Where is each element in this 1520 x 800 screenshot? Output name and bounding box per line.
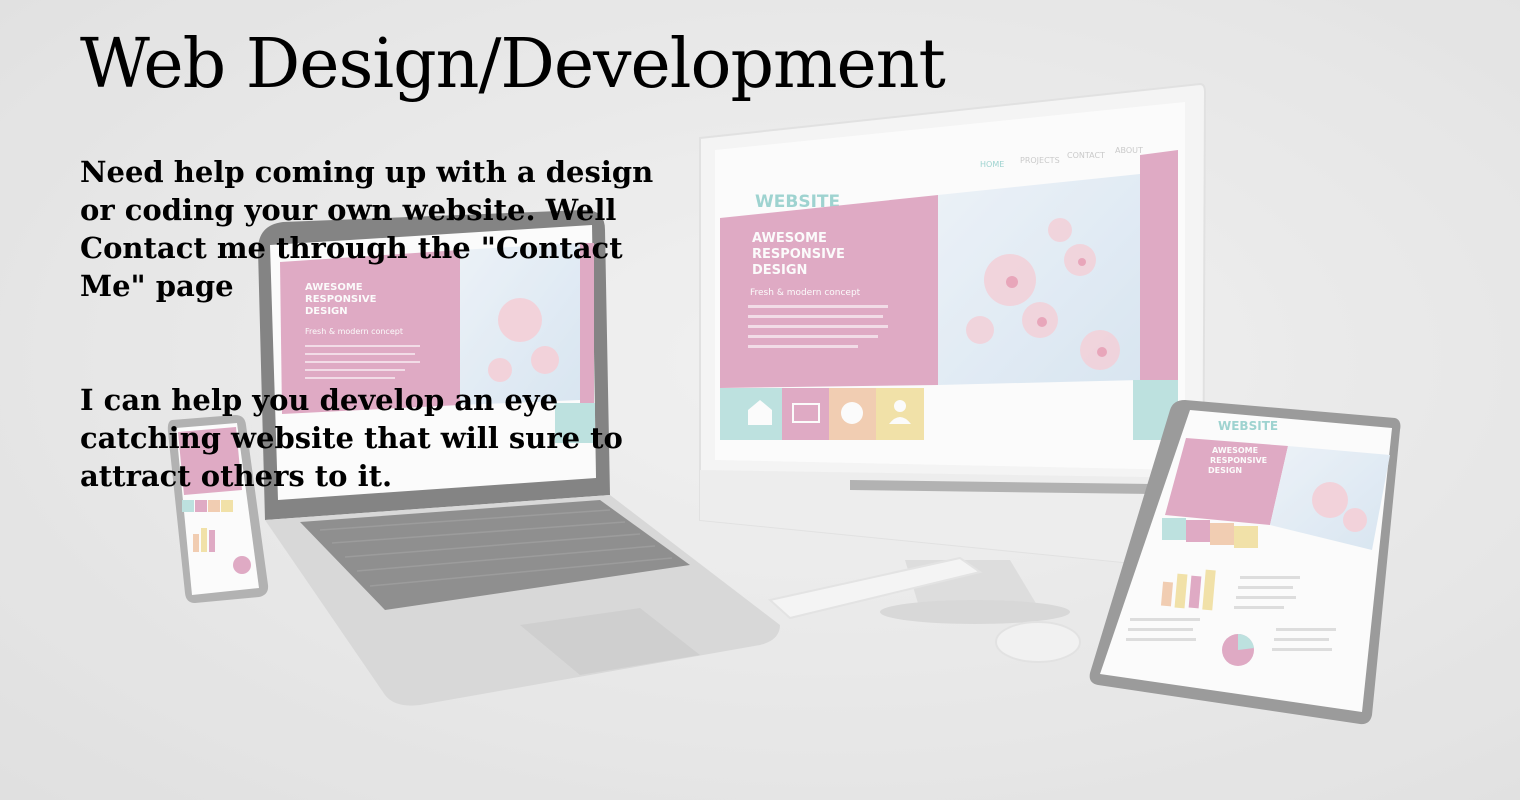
monitor-headline-3: DESIGN	[752, 263, 807, 278]
tablet-headline-1: AWESOME	[1212, 446, 1258, 455]
intro-paragraph: Need help coming up with a design or cod…	[80, 155, 654, 303]
monitor-tagline: Fresh & modern concept	[750, 288, 861, 298]
monitor-nav-about: ABOUT	[1115, 146, 1143, 155]
laptop-tagline: Fresh & modern concept	[305, 327, 403, 336]
monitor-headline-1: AWESOME	[752, 231, 827, 246]
monitor-headline-2: RESPONSIVE	[752, 247, 845, 262]
person-icon	[894, 400, 906, 412]
tablet-headline-3: DESIGN	[1208, 466, 1242, 475]
tablet-brand: WEBSITE	[1218, 419, 1278, 433]
mouse-mockup	[995, 621, 1081, 663]
globe-icon	[841, 402, 863, 424]
monitor-nav-projects: PROJECTS	[1020, 156, 1060, 165]
monitor-nav-home: HOME	[980, 160, 1004, 169]
page-title: Web Design/Development	[80, 25, 946, 104]
tablet-headline-2: RESPONSIVE	[1210, 456, 1267, 465]
pitch-paragraph: I can help you develop an eye catching w…	[80, 383, 623, 493]
laptop-headline-3: DESIGN	[305, 306, 348, 317]
monitor-nav-contact: CONTACT	[1067, 151, 1105, 160]
